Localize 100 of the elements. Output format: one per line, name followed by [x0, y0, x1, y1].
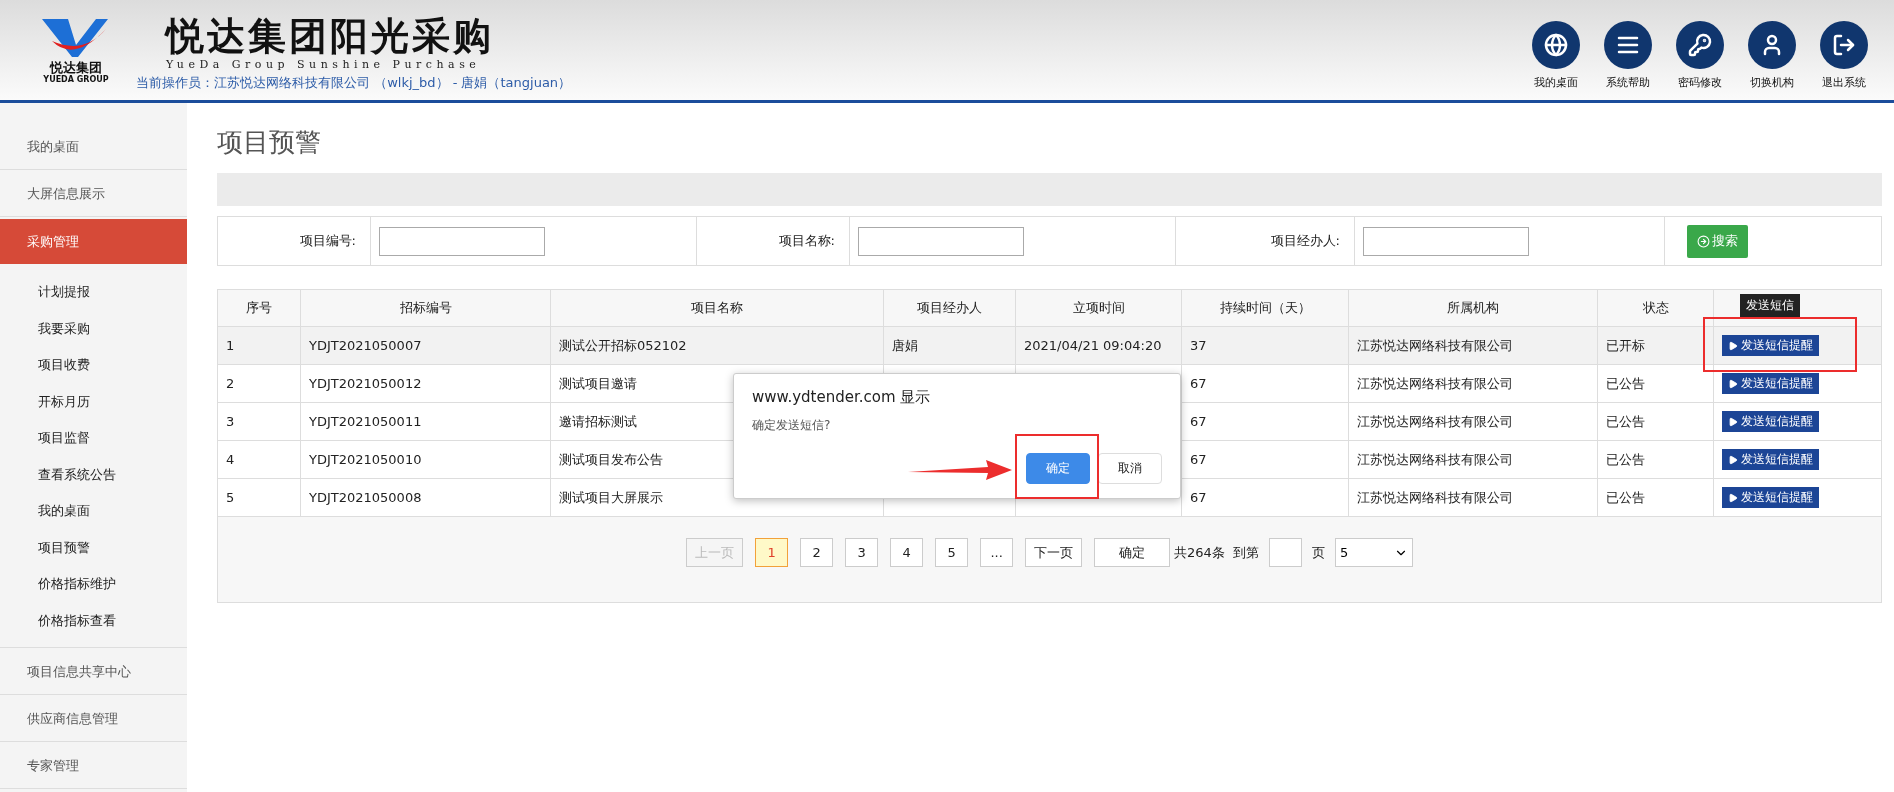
table-cell: 5: [226, 490, 235, 505]
dialog-message: 确定发送短信?: [752, 417, 832, 434]
nav-link[interactable]: 我的桌面: [1526, 20, 1586, 90]
nav-link[interactable]: 系统帮助: [1598, 20, 1658, 90]
sidebar-subitem[interactable]: 查看系统公告: [0, 456, 187, 493]
confirm-button[interactable]: 确定: [1094, 538, 1171, 567]
table-cell: 1: [226, 338, 235, 353]
table-cell: 67: [1190, 376, 1207, 391]
table-cell: 67: [1190, 414, 1207, 429]
page-input[interactable]: [1268, 538, 1302, 567]
next-page-button[interactable]: 下一页: [1025, 538, 1083, 567]
table-cell: 已开标: [1606, 337, 1645, 353]
send-sms-button[interactable]: 发送短信提醒: [1722, 335, 1819, 356]
operator-info: 当前操作员：江苏悦达网络科技有限公司 （wlkj_bd） - 唐娟（tangjuan）: [136, 74, 572, 92]
table-cell: 江苏悦达网络科技有限公司: [1357, 489, 1513, 505]
table-cell: 37: [1190, 338, 1207, 353]
table-cell: YDJT2021050011: [309, 414, 422, 429]
column-header: 立项时间: [1015, 289, 1182, 327]
cancel-button[interactable]: 取消: [1098, 453, 1162, 484]
table-cell: YDJT2021050007: [309, 338, 422, 353]
exit-icon: [1820, 20, 1868, 69]
logo-text: 悦达集团: [50, 61, 102, 75]
column-header: 序号: [217, 289, 301, 327]
table-cell: 江苏悦达网络科技有限公司: [1357, 451, 1513, 467]
table-cell: 邀请招标测试: [559, 413, 637, 429]
sidebar-subitem[interactable]: 开标月历: [0, 383, 187, 420]
sidebar-subitem[interactable]: 我要采购: [0, 310, 187, 347]
total-count: 共264条: [1174, 543, 1225, 562]
send-sms-button[interactable]: 发送短信提醒: [1722, 373, 1819, 394]
column-header: 项目名称: [550, 289, 884, 327]
send-sms-button[interactable]: 发送短信提醒: [1722, 487, 1819, 508]
send-sms-button[interactable]: 发送短信提醒: [1722, 449, 1819, 470]
sidebar-subitem[interactable]: 项目收费: [0, 347, 187, 384]
table-cell: 2021/04/21 09:04:20: [1024, 338, 1162, 353]
sidebar-item[interactable]: 我的桌面: [0, 125, 187, 170]
site-subtitle: YueDa Group Sunshine Purchase: [166, 58, 482, 72]
menu-icon: [1604, 20, 1652, 69]
table-cell: 江苏悦达网络科技有限公司: [1357, 337, 1513, 353]
table-cell: 唐娟: [892, 337, 918, 353]
table-cell: 已公告: [1606, 413, 1645, 429]
send-sms-button[interactable]: 发送短信提醒: [1722, 411, 1819, 432]
page-button[interactable]: 4: [890, 538, 924, 567]
table-cell: 67: [1190, 490, 1207, 505]
input-field[interactable]: [1363, 226, 1529, 256]
user-icon: [1748, 20, 1796, 69]
page-title: 项目预警: [217, 126, 322, 159]
arrow-circle-icon: [1697, 234, 1710, 248]
input-field[interactable]: [858, 226, 1024, 256]
page-button[interactable]: ...: [980, 538, 1014, 567]
ok-button[interactable]: 确定: [1026, 453, 1090, 484]
tooltip: 发送短信: [1740, 294, 1800, 317]
sidebar-item[interactable]: 专家管理: [0, 744, 187, 789]
sidebar-subitem[interactable]: 我的桌面: [0, 493, 187, 530]
sidebar-item[interactable]: 供应商信息管理: [0, 697, 187, 742]
table-cell: YDJT2021050008: [309, 490, 422, 505]
dialog-title: www.ydtender.com 显示: [752, 388, 932, 407]
column-header: 持续时间（天）: [1181, 289, 1349, 327]
page-button[interactable]: 3: [845, 538, 879, 567]
column-header: 状态: [1597, 289, 1714, 327]
table-cell: 测试项目大屏展示: [559, 489, 663, 505]
sidebar-item[interactable]: 大屏信息展示: [0, 172, 187, 217]
table-cell: 测试公开招标052102: [559, 337, 687, 353]
sidebar-subitem[interactable]: 价格指标查看: [0, 602, 187, 639]
page-button[interactable]: 2: [800, 538, 834, 567]
play-icon: [1728, 454, 1738, 465]
page-size-select[interactable]: 5: [1334, 538, 1413, 567]
nav-link[interactable]: 密码修改: [1670, 20, 1730, 90]
sidebar-item[interactable]: 采购管理: [0, 219, 187, 264]
sidebar-subitem[interactable]: 项目监督: [0, 420, 187, 457]
input-field[interactable]: [379, 226, 545, 256]
column-header: 所属机构: [1348, 289, 1598, 327]
play-icon: [1728, 378, 1738, 389]
sidebar-item[interactable]: 项目信息共享中心: [0, 650, 187, 695]
table-cell: 已公告: [1606, 489, 1645, 505]
table-cell: 已公告: [1606, 375, 1645, 391]
table-cell: 测试项目发布公告: [559, 451, 663, 467]
table-cell: 江苏悦达网络科技有限公司: [1357, 413, 1513, 429]
logo-subtext: YUEDA GROUP: [43, 75, 109, 85]
page-button[interactable]: 5: [935, 538, 969, 567]
table-cell: 2: [226, 376, 235, 391]
table-cell: 已公告: [1606, 451, 1645, 467]
nav-link[interactable]: 切换机构: [1742, 20, 1802, 90]
table-cell: 3: [226, 414, 235, 429]
nav-link[interactable]: 退出系统: [1814, 20, 1874, 90]
site-title: 悦达集团阳光采购: [166, 14, 495, 58]
page-button[interactable]: 1: [755, 538, 789, 567]
goto-label: 到第: [1232, 543, 1259, 562]
table-cell: 测试项目邀请: [559, 375, 637, 391]
play-icon: [1728, 492, 1738, 503]
table-cell: YDJT2021050012: [309, 376, 422, 391]
column-header: 项目经办人: [883, 289, 1016, 327]
sidebar-subitem[interactable]: 价格指标维护: [0, 566, 187, 603]
table-cell: 67: [1190, 452, 1207, 467]
table-cell: 4: [226, 452, 235, 467]
sidebar-subitem[interactable]: 计划提报: [0, 274, 187, 311]
page-suffix: 页: [1311, 543, 1325, 562]
key-icon: [1676, 20, 1724, 69]
field-label: 项目名称:: [778, 232, 835, 250]
sidebar-subitem[interactable]: 项目预警: [0, 529, 187, 566]
field-label: 项目编号:: [299, 232, 356, 250]
